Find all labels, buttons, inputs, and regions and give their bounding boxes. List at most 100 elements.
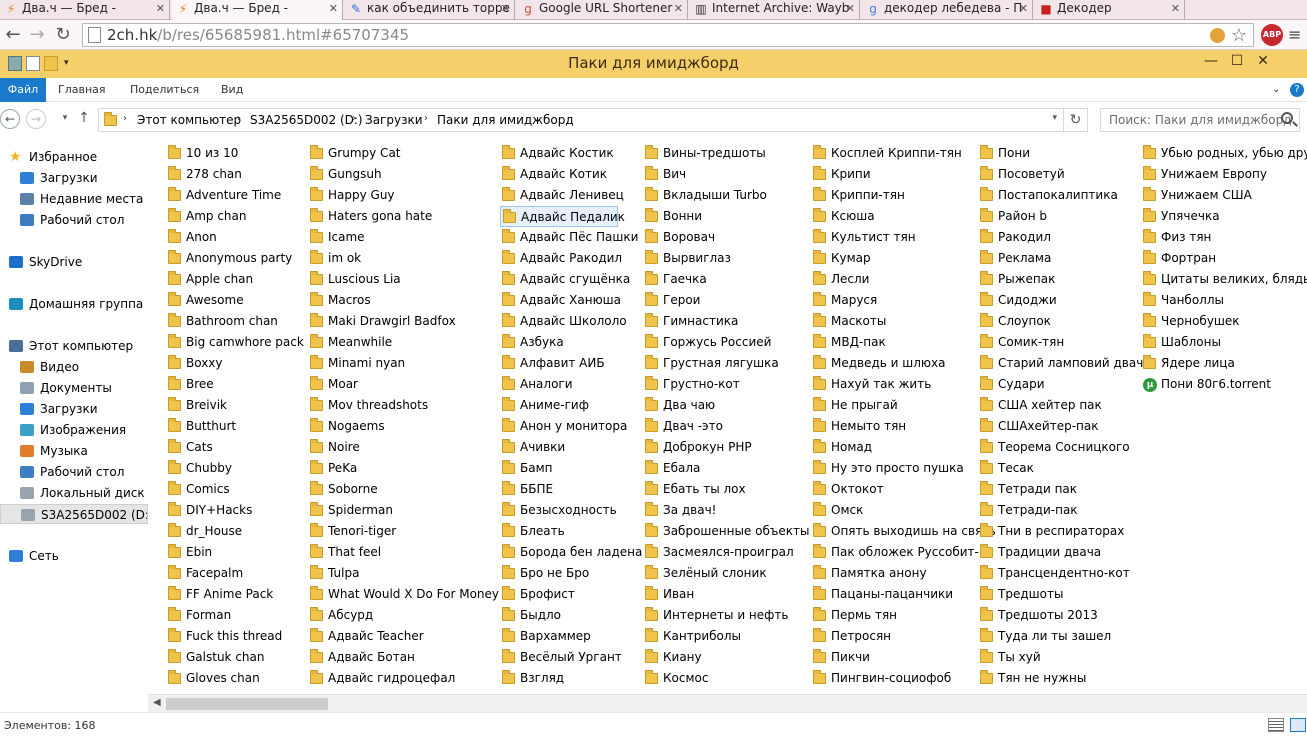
- nav-item[interactable]: Музыка: [0, 441, 148, 461]
- folder-item[interactable]: Два чаю: [643, 395, 808, 416]
- folder-item[interactable]: Постапокалиптика: [978, 185, 1138, 206]
- folder-item[interactable]: Пикчи: [811, 647, 976, 668]
- folder-item[interactable]: 10 из 10: [166, 143, 306, 164]
- folder-item[interactable]: Тни в респираторах: [978, 521, 1138, 542]
- folder-item[interactable]: Традиции двача: [978, 542, 1138, 563]
- folder-item[interactable]: PeKa: [308, 458, 498, 479]
- folder-item[interactable]: Гаечка: [643, 269, 808, 290]
- folder-item[interactable]: Moar: [308, 374, 498, 395]
- folder-item[interactable]: Happy Guy: [308, 185, 498, 206]
- folder-item[interactable]: Boxxy: [166, 353, 306, 374]
- folder-item[interactable]: Haters gona hate: [308, 206, 498, 227]
- large-icons-view-icon[interactable]: [1290, 718, 1306, 732]
- folder-item[interactable]: That feel: [308, 542, 498, 563]
- folder-item[interactable]: Борода бен ладена: [500, 542, 642, 563]
- folder-item[interactable]: Теорема Сосницкого: [978, 437, 1138, 458]
- folder-item[interactable]: Унижаем Европу: [1141, 164, 1301, 185]
- nav-item[interactable]: Этот компьютер: [0, 336, 148, 356]
- folder-item[interactable]: Старий ламповий двач: [978, 353, 1143, 374]
- folder-item[interactable]: Nogaems: [308, 416, 498, 437]
- folder-item[interactable]: Интернеты и нефть: [643, 605, 808, 626]
- folder-item[interactable]: Bathroom chan: [166, 311, 306, 332]
- folder-item[interactable]: Чернобушек: [1141, 311, 1301, 332]
- folder-item[interactable]: Comics: [166, 479, 306, 500]
- folder-item[interactable]: dr_House: [166, 521, 306, 542]
- nav-item[interactable]: Изображения: [0, 420, 148, 440]
- folder-item[interactable]: Anonymous party: [166, 248, 306, 269]
- folder-item[interactable]: МВД-пак: [811, 332, 976, 353]
- folder-item[interactable]: Адвайс Педалик: [500, 206, 625, 227]
- back-arrow-icon[interactable]: ←: [0, 109, 20, 129]
- folder-item[interactable]: Тетради пак: [978, 479, 1138, 500]
- folder-item[interactable]: Тесак: [978, 458, 1138, 479]
- folder-item[interactable]: Засмеялся-проиграл: [643, 542, 808, 563]
- folder-item[interactable]: Крипи: [811, 164, 976, 185]
- browser-tab[interactable]: ■ Декодер ✕: [1035, 0, 1185, 20]
- folder-item[interactable]: Реклама: [978, 248, 1138, 269]
- folder-item[interactable]: Bree: [166, 374, 306, 395]
- folder-item[interactable]: Цитаты великих, блядь: [1141, 269, 1307, 290]
- forward-arrow-icon[interactable]: →: [26, 109, 46, 129]
- folder-item[interactable]: Пони: [978, 143, 1138, 164]
- address-bar[interactable]: › Этот компьютер › S3A2565D002 (D:) › За…: [98, 108, 1088, 132]
- browser-tab[interactable]: g Google URL Shortener ✕: [517, 0, 688, 20]
- refresh-icon[interactable]: ↻: [1063, 109, 1087, 131]
- folder-item[interactable]: Адвайс Котик: [500, 164, 640, 185]
- nav-item[interactable]: SkyDrive: [0, 252, 148, 272]
- folder-item[interactable]: Космос: [643, 668, 808, 689]
- search-icon[interactable]: [1281, 112, 1293, 124]
- folder-item[interactable]: США хейтер пак: [978, 395, 1138, 416]
- folder-item[interactable]: Адвайс гидроцефал: [308, 668, 498, 689]
- folder-item[interactable]: Maki Drawgirl Badfox: [308, 311, 498, 332]
- recent-locations-icon[interactable]: ▾: [55, 109, 75, 129]
- nav-item[interactable]: Рабочий стол: [0, 462, 148, 482]
- folder-item[interactable]: DIY+Hacks: [166, 500, 306, 521]
- browser-tab[interactable]: ✎ как объединить торре ✕: [345, 0, 515, 20]
- close-button[interactable]: ✕: [1250, 50, 1276, 72]
- folder-item[interactable]: What Would X Do For Money: [308, 584, 499, 605]
- browser-tab[interactable]: ⚡ Два.ч — Бред - ✕: [0, 0, 170, 20]
- forward-icon[interactable]: →: [26, 24, 48, 46]
- folder-item[interactable]: im ok: [308, 248, 498, 269]
- folder-item[interactable]: Упячечка: [1141, 206, 1301, 227]
- folder-item[interactable]: Физ тян: [1141, 227, 1301, 248]
- folder-item[interactable]: Вич: [643, 164, 808, 185]
- folder-item[interactable]: Mov threadshots: [308, 395, 498, 416]
- folder-item[interactable]: Криппи-тян: [811, 185, 976, 206]
- browser-tab[interactable]: ⚡ Два.ч — Бред - ✕: [172, 0, 343, 20]
- folder-item[interactable]: Азбука: [500, 332, 640, 353]
- nav-item[interactable]: Видео: [0, 357, 148, 377]
- nav-item[interactable]: Рабочий стол: [0, 210, 148, 230]
- folder-item[interactable]: Гимнастика: [643, 311, 808, 332]
- folder-item[interactable]: Двач -это: [643, 416, 808, 437]
- folder-item[interactable]: Вкладыши Turbo: [643, 185, 808, 206]
- folder-item[interactable]: Зелёный слоник: [643, 563, 808, 584]
- bookmark-star-icon[interactable]: ☆: [1231, 25, 1247, 46]
- scroll-left-icon[interactable]: ◀: [153, 697, 161, 708]
- reload-icon[interactable]: ↻: [52, 24, 74, 46]
- folder-item[interactable]: Опять выходишь на связь: [811, 521, 996, 542]
- folder-item[interactable]: Anon: [166, 227, 306, 248]
- folder-item[interactable]: Грустно-кот: [643, 374, 808, 395]
- ribbon-tab-file[interactable]: Файл: [0, 78, 46, 102]
- folder-item[interactable]: Посоветуй: [978, 164, 1138, 185]
- folder-item[interactable]: Пак обложек Руссобит-М: [811, 542, 989, 563]
- folder-item[interactable]: Icame: [308, 227, 498, 248]
- url-bar[interactable]: 2ch.hk/b/res/65685981.html#65707345 ☆: [82, 23, 1254, 47]
- folder-item[interactable]: Тредшоты: [978, 584, 1138, 605]
- folder-item[interactable]: Awesome: [166, 290, 306, 311]
- ribbon-expand-icon[interactable]: ⌄: [1272, 78, 1280, 102]
- folder-item[interactable]: Тредшоты 2013: [978, 605, 1138, 626]
- folder-item[interactable]: Весёлый Ургант: [500, 647, 640, 668]
- tab-close-icon[interactable]: ✕: [846, 1, 855, 17]
- folder-item[interactable]: Аниме-гиф: [500, 395, 640, 416]
- folder-item[interactable]: Facepalm: [166, 563, 306, 584]
- folder-item[interactable]: Ebin: [166, 542, 306, 563]
- folder-item[interactable]: Нахуй так жить: [811, 374, 976, 395]
- folder-item[interactable]: Вырвиглаз: [643, 248, 808, 269]
- nav-item[interactable]: Загрузки: [0, 168, 148, 188]
- extension-icon[interactable]: [1210, 28, 1225, 43]
- folder-item[interactable]: Ты хуй: [978, 647, 1138, 668]
- folder-item[interactable]: Герои: [643, 290, 808, 311]
- folder-item[interactable]: Forman: [166, 605, 306, 626]
